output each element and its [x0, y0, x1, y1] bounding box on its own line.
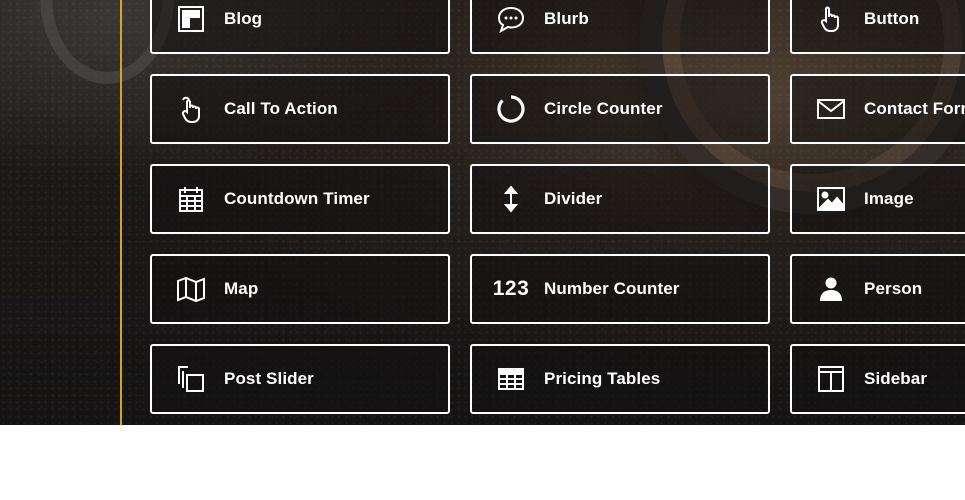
- module-pricing-tables[interactable]: Pricing Tables: [470, 344, 770, 414]
- module-number-counter[interactable]: 123 Number Counter: [470, 254, 770, 324]
- module-label: Number Counter: [544, 279, 680, 298]
- circle-counter-icon: [492, 93, 530, 125]
- module-countdown-timer[interactable]: Countdown Timer: [150, 164, 450, 234]
- vertical-arrows-icon: [492, 183, 530, 215]
- number-icon: 123: [492, 277, 530, 300]
- module-image[interactable]: Image: [790, 164, 965, 234]
- module-blog[interactable]: Blog: [150, 0, 450, 54]
- module-label: Contact Form: [864, 99, 965, 118]
- map-icon: [172, 273, 210, 305]
- slides-icon: [172, 363, 210, 395]
- envelope-icon: [812, 93, 850, 125]
- module-grid: Blog Blurb Button Call To Action Circle: [150, 0, 965, 414]
- module-label: Circle Counter: [544, 99, 663, 118]
- module-label: Divider: [544, 189, 603, 208]
- module-label: Blog: [224, 9, 263, 28]
- tap-hand-icon: [172, 93, 210, 125]
- module-blurb[interactable]: Blurb: [470, 0, 770, 54]
- module-label: Call To Action: [224, 99, 338, 118]
- module-label: Image: [864, 189, 914, 208]
- module-label: Map: [224, 279, 259, 298]
- page-below-area: [0, 425, 965, 500]
- module-label: Button: [864, 9, 920, 28]
- module-post-slider[interactable]: Post Slider: [150, 344, 450, 414]
- blog-icon: [172, 3, 210, 35]
- module-person[interactable]: Person: [790, 254, 965, 324]
- table-icon: [492, 363, 530, 395]
- module-label: Sidebar: [864, 369, 928, 388]
- speech-bubble-icon: [492, 3, 530, 35]
- module-label: Blurb: [544, 9, 589, 28]
- accent-line: [120, 0, 122, 425]
- module-sidebar[interactable]: Sidebar: [790, 344, 965, 414]
- person-icon: [812, 273, 850, 305]
- module-label: Post Slider: [224, 369, 314, 388]
- image-icon: [812, 183, 850, 215]
- module-call-to-action[interactable]: Call To Action: [150, 74, 450, 144]
- hero-background: Blog Blurb Button Call To Action Circle: [0, 0, 965, 425]
- module-label: Countdown Timer: [224, 189, 370, 208]
- module-divider[interactable]: Divider: [470, 164, 770, 234]
- module-label: Person: [864, 279, 923, 298]
- module-circle-counter[interactable]: Circle Counter: [470, 74, 770, 144]
- module-contact-form[interactable]: Contact Form: [790, 74, 965, 144]
- pointer-hand-icon: [812, 3, 850, 35]
- sidebar-icon: [812, 363, 850, 395]
- calendar-icon: [172, 183, 210, 215]
- module-label: Pricing Tables: [544, 369, 661, 388]
- module-button[interactable]: Button: [790, 0, 965, 54]
- module-map[interactable]: Map: [150, 254, 450, 324]
